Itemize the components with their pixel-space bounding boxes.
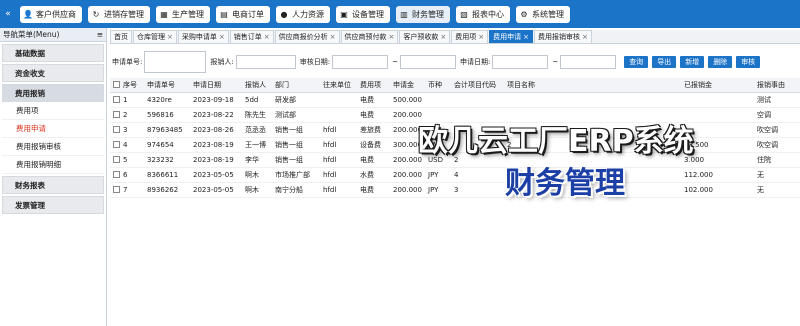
close-icon[interactable]: ×	[219, 33, 225, 41]
wallet-icon: ▥	[400, 9, 408, 19]
table-header-row: 序号 申请单号 申请日期 报销人 部门 往来单位 费用项 申请金 币种 会计项目…	[110, 78, 800, 93]
header-person[interactable]: 报销人	[242, 78, 272, 93]
overlay-subtitle: 财务管理	[505, 166, 625, 201]
row-checkbox[interactable]	[113, 111, 120, 118]
refresh-icon: ↻	[92, 9, 100, 19]
nav-inventory[interactable]: ↻ 进销存管理	[88, 5, 150, 23]
tab-purchase-request[interactable]: 采购申请单 ×	[177, 30, 229, 43]
tab-warehouse[interactable]: 仓库管理 ×	[133, 30, 177, 43]
header-dept[interactable]: 部门	[272, 78, 320, 93]
nav-system[interactable]: ⚙ 系统管理	[516, 5, 570, 23]
table-row[interactable]: 1 4320re 2023-09-18 5dd 研发部 电费 500.000 测试	[110, 92, 800, 108]
review-date-label: 审核日期:	[299, 58, 331, 66]
applicant-input[interactable]	[235, 55, 296, 69]
nav-finance[interactable]: ▥ 财务管理	[396, 5, 450, 23]
tab-bar: 首页 仓库管理 × 采购申请单 × 销售订单 × 供应商报价分析 × 供应商预付款 × 客…	[110, 30, 800, 44]
tab-expense-review[interactable]: 费用报销审核 ×	[534, 30, 592, 43]
row-checkbox[interactable]	[113, 171, 120, 178]
close-icon[interactable]: ×	[523, 33, 529, 41]
header-item[interactable]: 费用项	[357, 78, 390, 93]
table-row[interactable]: 7 8936262 2023-05-05 啊木 南宁分船 hfdl 电费 200.00…	[110, 182, 800, 198]
close-icon[interactable]: ×	[582, 33, 588, 41]
nav-hr[interactable]: ● 人力资源	[276, 5, 330, 23]
header-date[interactable]: 申请日期	[190, 78, 242, 93]
header-reimbursed[interactable]: 已报销金	[681, 78, 754, 93]
factory-icon: ▦	[160, 9, 168, 19]
sidebar-item-expense[interactable]: 费用报销	[2, 84, 104, 102]
nav-production[interactable]: ▦ 生产管理	[156, 5, 210, 23]
sidebar-item-invoice[interactable]: 发票管理	[2, 196, 104, 214]
row-checkbox[interactable]	[113, 96, 120, 103]
header-select-all[interactable]: 序号	[110, 78, 144, 93]
apply-date-label: 申请日期:	[459, 58, 491, 66]
tab-sales-order[interactable]: 销售订单 ×	[229, 30, 274, 43]
header-amount[interactable]: 申请金	[390, 78, 425, 93]
export-button[interactable]: 导出	[652, 56, 677, 68]
menu-icon[interactable]: ≡	[97, 30, 103, 39]
tab-supplier-quote[interactable]: 供应商报价分析 ×	[274, 30, 340, 43]
device-icon: ▣	[340, 9, 348, 19]
review-date-end[interactable]	[399, 55, 456, 69]
add-button[interactable]: 新增	[680, 56, 705, 68]
top-nav-bar: « 👤 客户供应商 ↻ 进销存管理 ▦ 生产管理 ▤ 电商订单 ● 人力资源 ▣ 设备管理 …	[0, 0, 800, 28]
sidebar-sub-expense-apply[interactable]: 费用申请	[2, 120, 104, 138]
close-icon[interactable]: ×	[478, 33, 484, 41]
close-icon[interactable]: ×	[389, 33, 395, 41]
close-icon[interactable]: ×	[167, 33, 173, 41]
table-row[interactable]: 6 8366611 2023-05-05 啊木 市场推广部 hfdl 水费 200.0…	[110, 167, 800, 183]
review-date-start[interactable]	[332, 55, 389, 69]
overlay-title: 欧几云工厂ERP系统	[418, 124, 694, 159]
header-project[interactable]: 项目名称	[504, 78, 681, 93]
range-separator: ~	[552, 58, 559, 66]
people-icon: ●	[280, 9, 288, 19]
tab-customer-prepay[interactable]: 客户预收款 ×	[399, 30, 451, 43]
nav-reports[interactable]: ▧ 报表中心	[456, 5, 510, 23]
apply-date-start[interactable]	[492, 55, 549, 69]
tab-supplier-prepay[interactable]: 供应商预付款 ×	[340, 30, 399, 43]
header-code[interactable]: 申请单号	[144, 78, 190, 93]
row-checkbox[interactable]	[113, 141, 120, 148]
sidebar-item-basic-data[interactable]: 基础数据	[2, 44, 104, 62]
tab-expense-apply[interactable]: 费用申请 ×	[489, 30, 533, 43]
review-button[interactable]: 审核	[736, 56, 761, 68]
apply-no-label: 申请单号:	[112, 58, 143, 66]
range-separator: ~	[392, 58, 398, 66]
delete-button[interactable]: 删除	[708, 56, 733, 68]
search-button[interactable]: 查询	[624, 56, 649, 68]
header-reason[interactable]: 报销事由	[754, 78, 800, 93]
nav-ecommerce[interactable]: ▤ 电商订单	[216, 5, 270, 23]
cart-icon: ▤	[220, 9, 228, 19]
close-icon[interactable]: ×	[330, 33, 336, 41]
sidebar-item-funds[interactable]: 资金收支	[2, 64, 104, 82]
tab-home[interactable]: 首页	[110, 30, 132, 43]
apply-date-end[interactable]	[560, 55, 617, 69]
header-currency[interactable]: 币种	[425, 78, 451, 93]
sidebar-sub-expense-detail[interactable]: 费用报销明细	[2, 156, 104, 174]
sidebar-sub-expense-item[interactable]: 费用项	[2, 102, 104, 120]
report-icon: ▧	[460, 9, 468, 19]
checkbox[interactable]	[113, 81, 120, 89]
row-checkbox[interactable]	[113, 126, 120, 133]
header-acct[interactable]: 会计项目代码	[451, 78, 504, 93]
nav-customer-supplier[interactable]: 👤 客户供应商	[20, 5, 82, 23]
applicant-label: 报销人:	[210, 58, 234, 66]
sidebar: 导航菜单(Menu) ≡ 基础数据 资金收支 费用报销 费用项 费用申请 费用报…	[0, 28, 107, 326]
nav-equipment[interactable]: ▣ 设备管理	[336, 5, 390, 23]
sidebar-item-fin-report[interactable]: 财务报表	[2, 176, 104, 194]
sidebar-sub-expense-review[interactable]: 费用报销审核	[2, 138, 104, 156]
apply-no-input[interactable]	[144, 51, 207, 73]
close-icon[interactable]: ×	[264, 33, 270, 41]
sidebar-title: 导航菜单(Menu) ≡	[0, 28, 106, 42]
collapse-icon[interactable]: «	[2, 4, 14, 24]
row-checkbox[interactable]	[113, 156, 120, 163]
header-partner[interactable]: 往来单位	[320, 78, 357, 93]
gear-icon: ⚙	[520, 9, 528, 19]
row-checkbox[interactable]	[113, 186, 120, 193]
close-icon[interactable]: ×	[440, 33, 446, 41]
user-icon: 👤	[23, 9, 33, 19]
tab-expense-item[interactable]: 费用项 ×	[451, 30, 489, 43]
filter-bar: 申请单号: 报销人: 审核日期: ~ 申请日期: ~ 查询 导出 新增 删除 审…	[110, 50, 800, 74]
